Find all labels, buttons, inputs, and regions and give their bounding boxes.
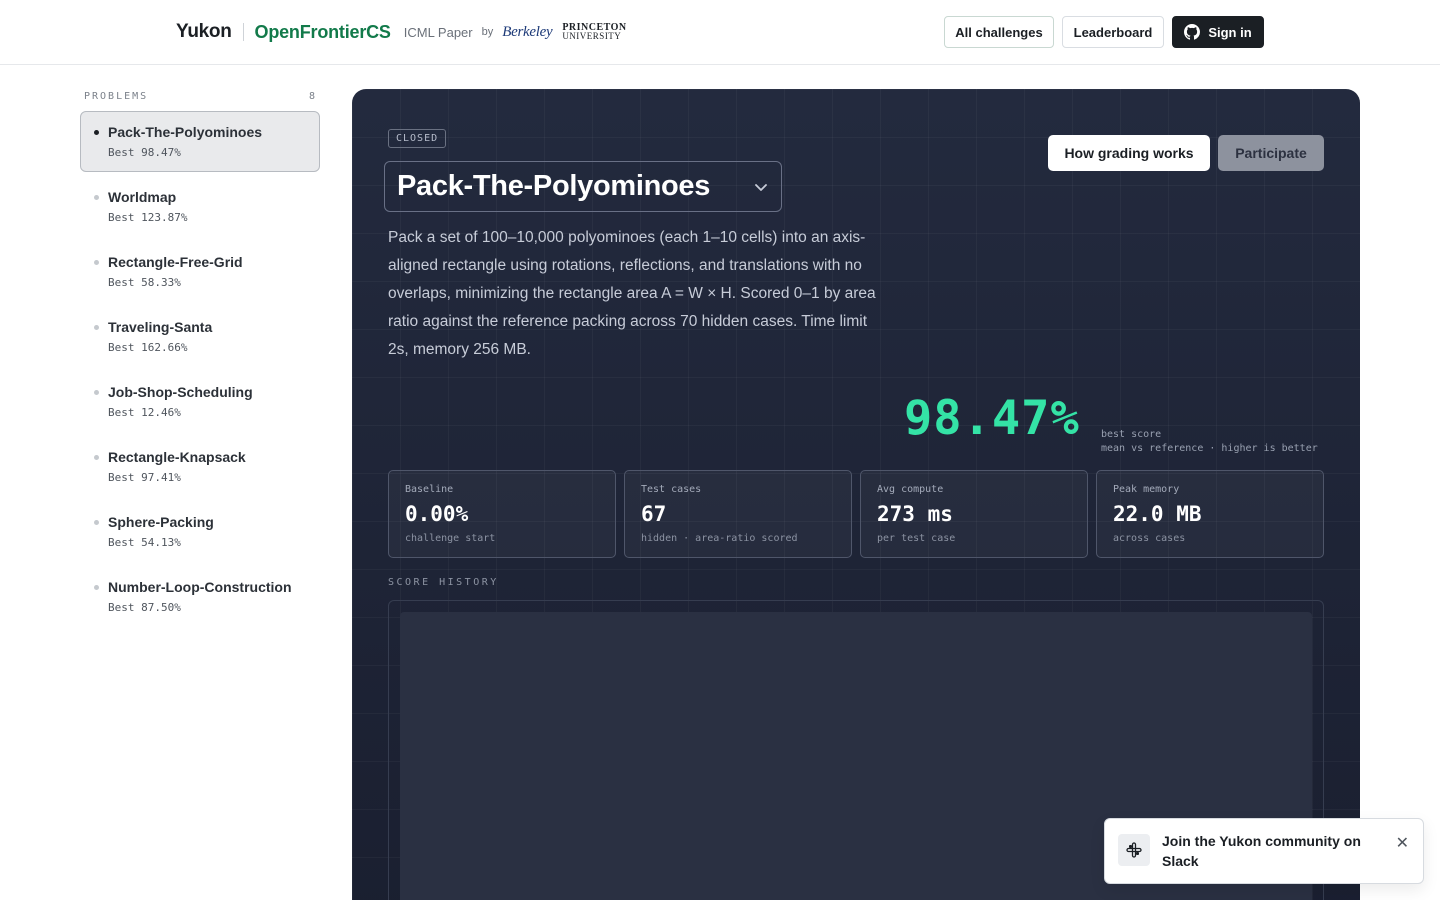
stat-sub: per test case (877, 533, 956, 544)
sidebar-item-pack-the-polyominoes[interactable]: Pack-The-Polyominoes Best 98.47% (80, 111, 320, 172)
stat-value: 273 ms (877, 502, 953, 526)
leaderboard-button[interactable]: Leaderboard (1062, 16, 1164, 48)
problems-heading-label: PROBLEMS (84, 91, 149, 102)
status-dot (94, 520, 99, 525)
problem-best: Best 58.33% (108, 276, 181, 289)
sidebar-item-rectangle-free-grid[interactable]: Rectangle-Free-Grid Best 58.33% (80, 241, 320, 302)
status-dot (94, 195, 99, 200)
sidebar-item-worldmap[interactable]: Worldmap Best 123.87% (80, 176, 320, 237)
github-icon (1184, 24, 1201, 40)
brand-divider (242, 23, 244, 41)
stat-value: 22.0 MB (1113, 502, 1202, 526)
status-dot (94, 455, 99, 460)
sidebar-item-traveling-santa[interactable]: Traveling-Santa Best 162.66% (80, 306, 320, 367)
paper-link[interactable]: ICML Paper (404, 25, 473, 40)
princeton-logo: PRINCETON UNIVERSITY (562, 23, 626, 41)
active-dot (94, 130, 99, 135)
princeton-line2: UNIVERSITY (562, 31, 622, 41)
problem-list: Pack-The-Polyominoes Best 98.47% Worldma… (80, 111, 320, 631)
problem-panel: CLOSED Pack-The-Polyominoes Pack a set o… (352, 89, 1360, 900)
problem-name: Job-Shop-Scheduling (108, 384, 253, 400)
status-dot (94, 390, 99, 395)
sidebar-item-rectangle-knapsack[interactable]: Rectangle-Knapsack Best 97.41% (80, 436, 320, 497)
problem-name: Sphere-Packing (108, 514, 214, 530)
sign-in-label: Sign in (1208, 24, 1252, 40)
problem-best: Best 87.50% (108, 601, 181, 614)
best-score-label: best score (1101, 429, 1162, 440)
problem-best: Best 123.87% (108, 211, 188, 224)
score-history-label: SCORE HISTORY (388, 577, 499, 588)
problem-name: Rectangle-Free-Grid (108, 254, 243, 270)
best-score-note: mean vs reference · higher is better (1101, 443, 1318, 454)
status-dot (94, 325, 99, 330)
problem-description: Pack a set of 100–10,000 polyominoes (ea… (388, 229, 876, 358)
problem-best: Best 12.46% (108, 406, 181, 419)
slack-icon (1118, 834, 1150, 866)
slack-toast[interactable]: Join the Yukon community on Slack ✕ (1104, 818, 1424, 884)
problem-name: Number-Loop-Construction (108, 579, 292, 595)
problem-best: Best 97.41% (108, 471, 181, 484)
stat-sub: challenge start (405, 533, 496, 544)
problem-name: Pack-The-Polyominoes (108, 124, 263, 140)
stat-label: Peak memory (1113, 484, 1180, 495)
chevron-down-icon (755, 183, 767, 191)
participate-button[interactable]: Participate (1218, 135, 1324, 171)
problem-selector-dropdown[interactable]: Pack-The-Polyominoes (384, 161, 782, 212)
best-score-value: 98.47% (904, 391, 1080, 446)
problem-name: Rectangle-Knapsack (108, 449, 246, 465)
stat-sub: across cases (1113, 533, 1186, 544)
status-dot (94, 585, 99, 590)
sidebar-item-number-loop-construction[interactable]: Number-Loop-Construction Best 87.50% (80, 566, 320, 627)
by-label: by (481, 26, 494, 38)
stat-label: Test cases (641, 484, 702, 495)
stat-sub: hidden · area-ratio scored (641, 533, 798, 544)
berkeley-logo: Berkeley (502, 23, 553, 40)
stat-card-baseline: Baseline 0.00% challenge start (388, 470, 616, 558)
toast-text[interactable]: Join the Yukon community on Slack (1162, 831, 1382, 871)
sidebar-item-job-shop-scheduling[interactable]: Job-Shop-Scheduling Best 12.46% (80, 371, 320, 432)
problem-best: Best 98.47% (108, 146, 181, 159)
problem-best: Best 162.66% (108, 341, 188, 354)
top-navbar: Yukon OpenFrontierCS ICML Paper by Berke… (0, 0, 1440, 65)
project-name[interactable]: OpenFrontierCS (255, 22, 391, 43)
stat-card-avg-compute: Avg compute 273 ms per test case (860, 470, 1088, 558)
problem-best: Best 54.13% (108, 536, 181, 549)
brand-logo-group[interactable]: Yukon OpenFrontierCS ICML Paper by Berke… (176, 20, 627, 44)
problem-title: Pack-The-Polyominoes (397, 170, 711, 202)
close-icon[interactable]: ✕ (1396, 833, 1409, 853)
stats-row: Baseline 0.00% challenge start Test case… (388, 470, 1324, 558)
brand-name[interactable]: Yukon (176, 21, 232, 43)
problems-count: 8 (308, 91, 317, 102)
status-dot (94, 260, 99, 265)
problem-name: Traveling-Santa (108, 319, 213, 335)
stat-card-peak-memory: Peak memory 22.0 MB across cases (1096, 470, 1324, 558)
problems-heading: PROBLEMS 8 (84, 91, 317, 102)
sign-in-button[interactable]: Sign in (1172, 16, 1264, 48)
stat-value: 0.00% (405, 502, 469, 526)
sidebar-item-sphere-packing[interactable]: Sphere-Packing Best 54.13% (80, 501, 320, 562)
best-score-meta: best score mean vs reference · higher is… (1101, 428, 1318, 456)
all-challenges-button[interactable]: All challenges (944, 16, 1054, 48)
stat-card-test-cases: Test cases 67 hidden · area-ratio scored (624, 470, 852, 558)
status-badge: CLOSED (388, 129, 447, 148)
stat-label: Baseline (405, 484, 454, 495)
how-grading-works-button[interactable]: How grading works (1048, 135, 1210, 171)
stat-label: Avg compute (877, 484, 944, 495)
stat-value: 67 (641, 502, 667, 526)
problem-name: Worldmap (108, 189, 177, 205)
